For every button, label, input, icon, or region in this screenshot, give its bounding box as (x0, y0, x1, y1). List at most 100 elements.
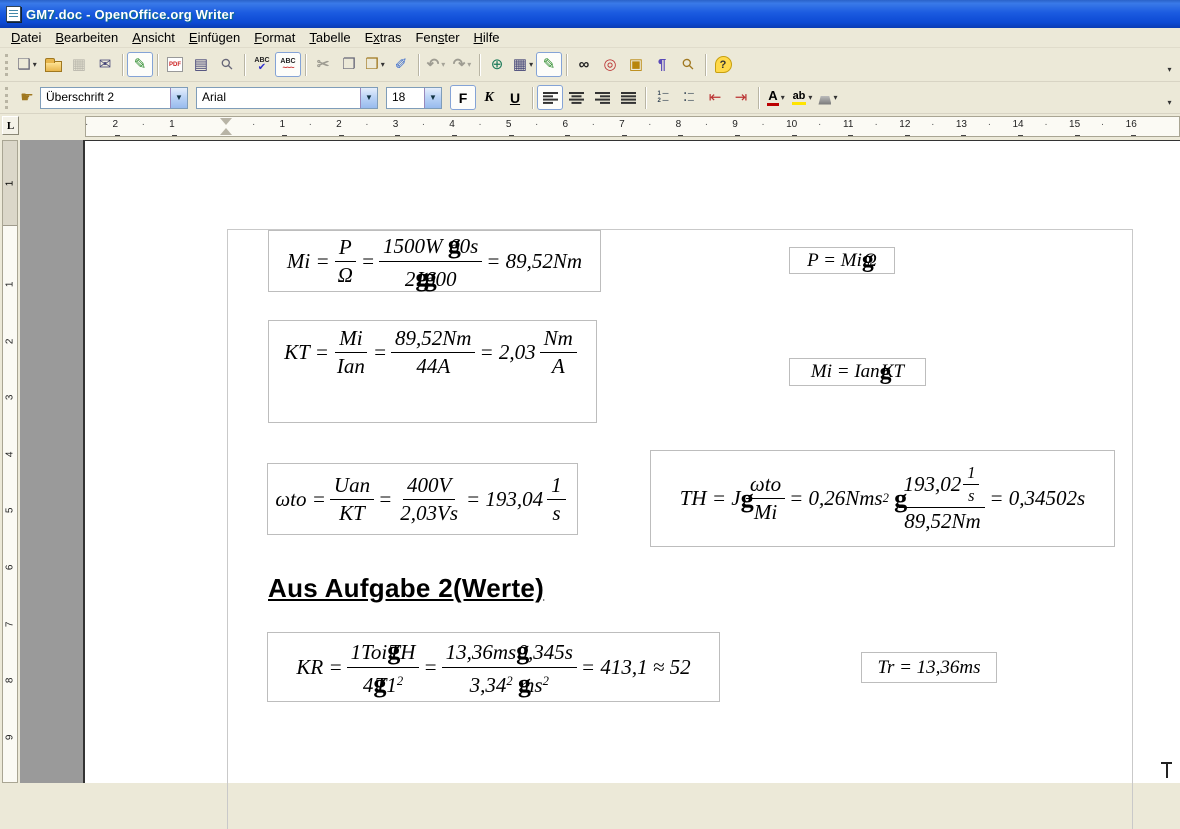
italic-button[interactable]: K (476, 85, 502, 110)
font-name-value[interactable]: Arial (197, 88, 360, 108)
menu-ansicht[interactable]: Ansicht (125, 28, 182, 47)
broken-cdot-glyph: g (894, 484, 907, 514)
underline-button[interactable]: U (502, 85, 528, 110)
spellcheck-button[interactable]: ABC✔ (249, 52, 275, 77)
chevron-down-icon[interactable]: ▾ (808, 93, 812, 102)
new-document-icon: ❑ (17, 57, 30, 72)
broken-cdot-glyph: g (516, 636, 529, 665)
edit-file-button[interactable]: ✎ (127, 52, 153, 77)
chevron-down-icon[interactable]: ▾ (833, 93, 837, 102)
menu-tabelle[interactable]: Tabelle (302, 28, 357, 47)
justify-button[interactable] (615, 85, 641, 110)
formula-frame-th[interactable]: TH = Jg ωtoMi = 0,26Nms2 g 193,021s 89,5… (650, 450, 1115, 547)
background-color-button[interactable]: ▾ (815, 85, 841, 110)
ruler-number: 7 (594, 119, 651, 130)
menu-format[interactable]: Format (247, 28, 302, 47)
numbered-list-button[interactable]: 1 — 2 — (650, 85, 676, 110)
formula-mi: Mi = PΩ = 1500W g60s 2gIg600 = 89,52Nm (287, 230, 582, 293)
decrease-indent-icon: ⇤ (709, 90, 722, 105)
chevron-down-icon[interactable]: ▾ (33, 60, 37, 69)
section-heading[interactable]: Aus Aufgabe 2(Werte) (268, 573, 544, 604)
toolbar-grip[interactable] (5, 87, 9, 109)
email-button[interactable]: ✉ (92, 52, 118, 77)
formula-frame-kr[interactable]: KR = 1ToigTH 4gT12 = 13,36msg0,345s 3,34… (267, 632, 720, 702)
zoom-button[interactable]: ⚲ (675, 52, 701, 77)
edit-pencil-icon: ✎ (134, 57, 147, 72)
tab-type-selector[interactable]: L (2, 116, 19, 135)
styles-button[interactable]: ☛ (14, 85, 40, 110)
formula-frame-p[interactable]: P = MigΩ (789, 247, 895, 274)
menu-fenster[interactable]: Fenster (408, 28, 466, 47)
bullet-list-icon: • — • — (684, 91, 694, 105)
formula-frame-tr[interactable]: Tr = 13,36ms (861, 652, 997, 683)
auto-spellcheck-button[interactable]: ABC~~~ (275, 52, 301, 77)
combo-dropdown-button[interactable]: ▼ (424, 88, 441, 108)
font-color-button[interactable]: A▾ (763, 85, 789, 110)
new-document-button[interactable]: ❑▾ (14, 52, 40, 77)
chevron-down-icon[interactable]: ▾ (529, 60, 533, 69)
horizontal-ruler[interactable]: 21 12345678910111213141516 (85, 116, 1180, 137)
highlighting-button[interactable]: ab▾ (789, 85, 815, 110)
align-center-button[interactable] (563, 85, 589, 110)
print-button[interactable]: ▤ (188, 52, 214, 77)
paste-button[interactable]: ❒▾ (362, 52, 388, 77)
align-right-button[interactable] (589, 85, 615, 110)
align-left-button[interactable] (537, 85, 563, 110)
font-size-combo[interactable]: 18 ▼ (386, 87, 442, 109)
formula-th: TH = Jg ωtoMi = 0,26Nms2 g 193,021s 89,5… (680, 463, 1085, 534)
menu-datei[interactable]: Datei (4, 28, 48, 47)
menu-bearbeiten[interactable]: Bearbeiten (48, 28, 125, 47)
format-paintbrush-button[interactable]: ✐ (388, 52, 414, 77)
navigator-button[interactable]: ◎ (597, 52, 623, 77)
save-icon: ▦ (72, 57, 86, 72)
left-tab-icon: L (7, 120, 14, 132)
toolbar-overflow-button[interactable]: ▾ (1163, 54, 1176, 76)
font-name-combo[interactable]: Arial ▼ (196, 87, 378, 109)
auto-spellcheck-icon: ABC~~~ (280, 58, 295, 71)
format-toolbar: ☛ Überschrift 2 ▼ Arial ▼ 18 ▼ F K U 1 —… (0, 82, 1180, 114)
toolbar-grip[interactable] (5, 54, 9, 76)
compass-icon: ◎ (603, 57, 616, 72)
paragraph-style-combo[interactable]: Überschrift 2 ▼ (40, 87, 188, 109)
bullet-list-button[interactable]: • — • — (676, 85, 702, 110)
ruler-number: 1 (144, 119, 201, 130)
document-page[interactable]: Mi = PΩ = 1500W g60s 2gIg600 = 89,52Nm P… (83, 140, 1180, 783)
find-replace-button[interactable]: ∞ (571, 52, 597, 77)
ruler-number: 2 (87, 119, 144, 130)
ruler-number: 6 (0, 560, 38, 574)
ruler-number: 12 (877, 119, 934, 130)
paragraph-style-value[interactable]: Überschrift 2 (41, 88, 170, 108)
chevron-down-icon[interactable]: ▾ (381, 60, 385, 69)
ruler-row: L 21 12345678910111213141516 (0, 114, 1180, 140)
nonprinting-characters-button[interactable]: ¶ (649, 52, 675, 77)
combo-dropdown-button[interactable]: ▼ (170, 88, 187, 108)
ruler-number: 4 (0, 447, 38, 461)
copy-button[interactable]: ❐ (336, 52, 362, 77)
formula-frame-kt[interactable]: KT = MiIan = 89,52Nm44A = 2,03 NmA (268, 320, 597, 423)
increase-indent-button[interactable]: ⇥ (728, 85, 754, 110)
bold-button[interactable]: F (450, 85, 476, 110)
toolbar-overflow-button[interactable]: ▾ (1163, 87, 1176, 109)
insert-table-button[interactable]: ▦▾ (510, 52, 536, 77)
font-size-value[interactable]: 18 (387, 88, 424, 108)
formula-frame-mi-ian[interactable]: Mi = IangKT (789, 358, 926, 386)
combo-dropdown-button[interactable]: ▼ (360, 88, 377, 108)
open-button[interactable] (40, 52, 66, 77)
gallery-button[interactable]: ▣ (623, 52, 649, 77)
menu-einfuegen[interactable]: Einfügen (182, 28, 247, 47)
page-preview-button[interactable]: ⚲ (214, 52, 240, 77)
export-pdf-button[interactable]: PDF (162, 52, 188, 77)
hyperlink-button[interactable]: ⊕ (484, 52, 510, 77)
toolbar-separator (122, 54, 123, 76)
formula-frame-mi[interactable]: Mi = PΩ = 1500W g60s 2gIg600 = 89,52Nm (268, 230, 601, 292)
margin-marker[interactable] (220, 118, 232, 135)
binoculars-icon: ∞ (579, 57, 590, 72)
menu-extras[interactable]: Extras (358, 28, 409, 47)
formula-frame-wto[interactable]: ωto = UanKT = 400V2,03Vs = 193,04 1s (267, 463, 578, 535)
decrease-indent-button[interactable]: ⇤ (702, 85, 728, 110)
vertical-ruler[interactable]: 1 123456789 (2, 140, 18, 783)
chevron-down-icon[interactable]: ▾ (781, 93, 785, 102)
help-button[interactable]: ? (710, 52, 736, 77)
draw-functions-button[interactable]: ✎ (536, 52, 562, 77)
menu-hilfe[interactable]: Hilfe (467, 28, 507, 47)
